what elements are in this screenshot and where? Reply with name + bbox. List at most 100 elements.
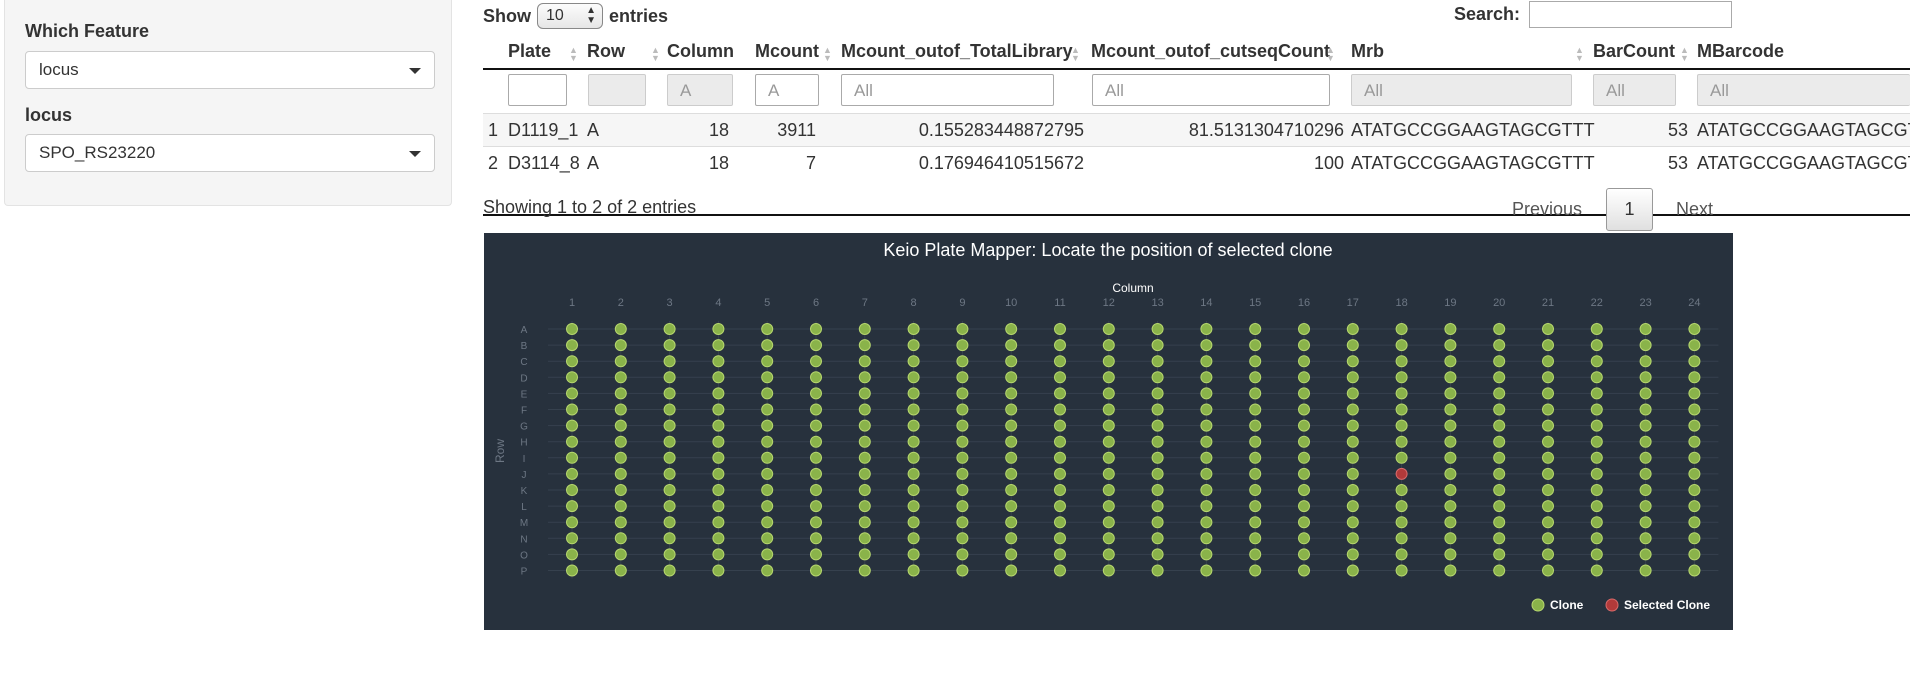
table-row[interactable]: 2 D3114_8 A 18 7 0.176946410515672 100 A… bbox=[483, 146, 1910, 179]
cell-mcount-cutseq: 81.5131304710296 bbox=[1188, 120, 1344, 140]
x-tick-label: 7 bbox=[862, 297, 868, 309]
cell-mrb: ATATGCCGGAAGTAGCGTTT bbox=[1351, 153, 1595, 173]
clone-point bbox=[1200, 371, 1213, 384]
clone-point bbox=[956, 403, 969, 416]
clone-point bbox=[712, 355, 725, 368]
table-row[interactable]: 1 D1119_1 A 18 3911 0.155283448872795 81… bbox=[483, 113, 1910, 146]
clone-point bbox=[1200, 516, 1213, 529]
clone-point bbox=[566, 484, 578, 496]
clone-point bbox=[1200, 451, 1213, 464]
clone-point bbox=[858, 355, 871, 368]
clone-point bbox=[663, 403, 676, 416]
clone-point bbox=[1493, 451, 1506, 464]
clone-point bbox=[1444, 516, 1457, 529]
page-1-button[interactable]: 1 bbox=[1606, 188, 1653, 231]
page-length-control: Show 10 ▲ ▼ entries bbox=[483, 3, 668, 29]
clone-point bbox=[956, 371, 969, 384]
clone-point bbox=[761, 387, 774, 400]
clone-point bbox=[1151, 339, 1164, 352]
clone-point bbox=[907, 339, 920, 352]
clone-point bbox=[1542, 484, 1554, 496]
clone-point bbox=[956, 387, 969, 400]
previous-page-button[interactable]: Previous bbox=[1512, 199, 1582, 220]
clone-point bbox=[1054, 516, 1066, 529]
clone-point bbox=[1151, 387, 1164, 400]
clone-point bbox=[566, 564, 578, 577]
filter-barcount[interactable]: All bbox=[1593, 74, 1676, 106]
col-header-mbarcode[interactable]: MBarcode bbox=[1697, 41, 1784, 62]
filter-row[interactable] bbox=[588, 74, 646, 106]
clone-point bbox=[1639, 516, 1652, 529]
clone-point bbox=[956, 532, 969, 545]
col-header-mcount-cutseq[interactable]: Mcount_outof_cutseqCount bbox=[1091, 41, 1330, 62]
clone-point bbox=[566, 467, 578, 480]
clone-point bbox=[1590, 484, 1603, 496]
clone-point bbox=[907, 467, 920, 480]
clone-point bbox=[1590, 516, 1603, 529]
x-tick-label: 11 bbox=[1054, 297, 1065, 309]
clone-point bbox=[1102, 532, 1115, 545]
clone-point bbox=[1395, 500, 1408, 513]
filter-mcount-total[interactable]: All bbox=[841, 74, 1054, 106]
clone-point bbox=[761, 435, 774, 448]
filter-mrb[interactable]: All bbox=[1351, 74, 1572, 106]
clone-point bbox=[1249, 435, 1262, 448]
clone-point bbox=[1102, 371, 1115, 384]
filter-column[interactable]: A bbox=[667, 74, 733, 106]
filter-mbarcode[interactable]: All bbox=[1697, 74, 1910, 106]
clone-point bbox=[1102, 419, 1115, 432]
clone-point bbox=[663, 355, 676, 368]
col-header-mcount-total[interactable]: Mcount_outof_TotalLibrary bbox=[841, 41, 1073, 62]
filter-plate[interactable] bbox=[508, 74, 567, 106]
clone-point bbox=[1444, 500, 1457, 513]
entries-label: entries bbox=[609, 5, 669, 26]
filter-mcount-cutseq[interactable]: All bbox=[1092, 74, 1330, 106]
clone-point bbox=[907, 419, 920, 432]
x-tick-label: 13 bbox=[1151, 297, 1163, 309]
clone-point bbox=[614, 516, 627, 529]
clone-point bbox=[1151, 516, 1164, 529]
x-tick-label: 22 bbox=[1591, 297, 1603, 309]
clone-point bbox=[956, 339, 969, 352]
clone-point bbox=[1590, 564, 1603, 577]
clone-point bbox=[858, 323, 871, 335]
clone-point bbox=[761, 484, 774, 496]
filter-mcount[interactable]: A bbox=[755, 74, 819, 106]
clone-point bbox=[1346, 387, 1359, 400]
clone-point bbox=[1395, 564, 1408, 577]
col-header-mcount[interactable]: Mcount bbox=[755, 41, 819, 62]
clone-point bbox=[956, 467, 969, 480]
clone-point bbox=[566, 435, 578, 448]
clone-point bbox=[1688, 467, 1701, 480]
page-length-select[interactable]: 10 ▲ ▼ bbox=[537, 3, 603, 29]
x-axis-label: Column bbox=[1112, 281, 1153, 295]
col-header-barcount[interactable]: BarCount bbox=[1593, 41, 1675, 62]
feature-select[interactable]: locus bbox=[25, 51, 435, 89]
clone-point bbox=[1102, 548, 1115, 561]
clone-point bbox=[1590, 500, 1603, 513]
col-header-row[interactable]: Row bbox=[587, 41, 625, 62]
search-input[interactable] bbox=[1529, 1, 1732, 28]
clone-point bbox=[858, 484, 871, 496]
col-header-mrb[interactable]: Mrb bbox=[1351, 41, 1384, 62]
col-header-plate[interactable]: Plate bbox=[508, 41, 551, 62]
clone-point bbox=[1249, 323, 1262, 335]
y-tick-label: J bbox=[522, 470, 527, 481]
next-page-button[interactable]: Next bbox=[1676, 199, 1713, 220]
clone-point bbox=[1493, 484, 1506, 496]
clone-point bbox=[1493, 467, 1506, 480]
clone-point bbox=[1005, 403, 1018, 416]
locus-select[interactable]: SPO_RS23220 bbox=[25, 134, 435, 172]
clone-point bbox=[566, 548, 578, 561]
clone-point bbox=[1493, 435, 1506, 448]
col-header-column[interactable]: Column bbox=[667, 41, 734, 62]
x-tick-label: 16 bbox=[1298, 297, 1310, 309]
clone-point bbox=[1102, 435, 1115, 448]
clone-point bbox=[1444, 371, 1457, 384]
clone-point bbox=[1102, 500, 1115, 513]
clone-point bbox=[1688, 500, 1701, 513]
clone-point bbox=[858, 467, 871, 480]
clone-point bbox=[1493, 323, 1506, 335]
clone-point bbox=[810, 355, 822, 368]
clone-point bbox=[1542, 323, 1554, 335]
